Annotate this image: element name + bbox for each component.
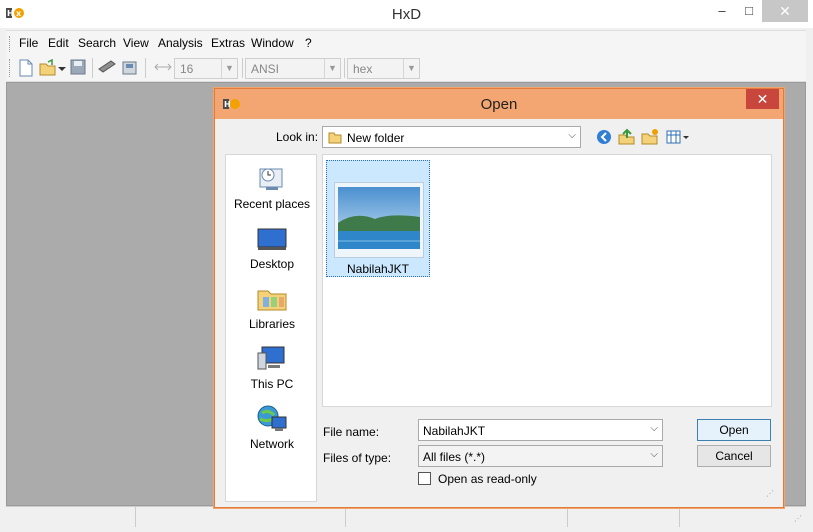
places-bar: Recent places Desktop Libraries This PC … bbox=[225, 154, 317, 502]
back-arrow-icon[interactable] bbox=[595, 128, 613, 146]
read-only-label: Open as read-only bbox=[438, 472, 537, 486]
file-type-value: All files (*.*) bbox=[423, 450, 486, 464]
place-label: Network bbox=[249, 437, 294, 451]
dialog-body: Look in: New folder ⌵ Recent places Desk… bbox=[222, 119, 778, 502]
look-in-combo[interactable]: New folder ⌵ bbox=[322, 126, 581, 148]
place-desktop[interactable]: Desktop bbox=[226, 219, 318, 277]
libraries-icon bbox=[257, 290, 287, 311]
place-recent-places[interactable]: Recent places bbox=[226, 159, 318, 217]
recent-places-icon bbox=[259, 168, 283, 190]
new-folder-icon[interactable] bbox=[641, 128, 659, 146]
place-libraries[interactable]: Libraries bbox=[226, 279, 318, 337]
menu-view[interactable]: View bbox=[123, 36, 149, 50]
open-dropdown-arrow-icon[interactable] bbox=[57, 59, 67, 77]
open-button[interactable]: Open bbox=[697, 419, 771, 441]
file-item[interactable]: NabilahJKT bbox=[326, 160, 430, 277]
dialog-titlebar[interactable]: H Open ✕ bbox=[215, 89, 783, 119]
chevron-down-icon[interactable]: ▼ bbox=[221, 59, 237, 78]
dialog-close-button[interactable]: ✕ bbox=[746, 89, 779, 109]
folder-icon bbox=[328, 130, 342, 144]
bytes-per-row-value: 16 bbox=[180, 62, 194, 76]
view-menu-icon[interactable] bbox=[666, 128, 692, 146]
chevron-down-icon[interactable]: ⌵ bbox=[650, 423, 658, 434]
place-label: This PC bbox=[250, 377, 294, 391]
save-icon[interactable] bbox=[70, 59, 88, 77]
menubar: File Edit Search View Analysis Extras Wi… bbox=[6, 30, 806, 55]
up-folder-icon[interactable] bbox=[618, 128, 636, 146]
menu-extras[interactable]: Extras bbox=[211, 36, 245, 50]
place-this-pc[interactable]: This PC bbox=[226, 339, 318, 397]
menu-analysis[interactable]: Analysis bbox=[158, 36, 203, 50]
menu-search[interactable]: Search bbox=[78, 36, 116, 50]
ram-icon[interactable] bbox=[98, 59, 116, 77]
charset-combo[interactable]: ANSI ▼ bbox=[245, 58, 341, 79]
window-titlebar[interactable]: H x HxD – □ ✕ bbox=[0, 0, 813, 28]
menu-help[interactable]: ? bbox=[305, 36, 312, 50]
chevron-down-icon[interactable]: ⌵ bbox=[650, 449, 658, 460]
place-label: Desktop bbox=[249, 257, 295, 271]
resize-grip-icon[interactable]: ⋰ bbox=[794, 514, 804, 524]
minimize-button[interactable]: – bbox=[708, 0, 736, 22]
status-cell bbox=[568, 507, 680, 527]
chevron-down-icon[interactable]: ▼ bbox=[403, 59, 419, 78]
maximize-button[interactable]: □ bbox=[736, 0, 762, 22]
close-button[interactable]: ✕ bbox=[762, 0, 808, 22]
menu-file[interactable]: File bbox=[19, 36, 38, 50]
chevron-down-icon[interactable]: ⌵ bbox=[568, 130, 576, 141]
desktop-icon bbox=[257, 228, 287, 250]
place-label: Recent places bbox=[233, 197, 311, 211]
new-file-icon[interactable] bbox=[18, 59, 36, 77]
file-name-input[interactable]: NabilahJKT ⌵ bbox=[418, 419, 663, 441]
chevron-down-icon[interactable]: ▼ bbox=[324, 59, 340, 78]
file-name-field-label: File name: bbox=[323, 425, 380, 439]
look-in-value: New folder bbox=[347, 131, 405, 145]
toolbar-separator bbox=[242, 58, 243, 78]
cancel-button[interactable]: Cancel bbox=[697, 445, 771, 467]
toolbar-grip[interactable] bbox=[9, 59, 11, 77]
offset-base-combo[interactable]: hex ▼ bbox=[347, 58, 420, 79]
bytes-per-row-combo[interactable]: 16 ▼ bbox=[174, 58, 238, 79]
disk-icon[interactable] bbox=[121, 59, 139, 77]
place-label: Libraries bbox=[248, 317, 296, 331]
offset-base-value: hex bbox=[353, 62, 373, 76]
file-list[interactable]: NabilahJKT bbox=[322, 154, 772, 407]
place-network[interactable]: Network bbox=[226, 399, 318, 457]
toolbar-separator bbox=[92, 58, 93, 78]
bytes-per-row-icon bbox=[154, 59, 172, 77]
toolbar: 16 ▼ ANSI ▼ hex ▼ bbox=[6, 55, 806, 82]
menu-edit[interactable]: Edit bbox=[48, 36, 69, 50]
open-folder-icon[interactable] bbox=[39, 58, 57, 77]
file-type-label: Files of type: bbox=[323, 451, 392, 465]
file-name-label: NabilahJKT bbox=[346, 262, 410, 276]
status-cell bbox=[346, 507, 568, 527]
charset-value: ANSI bbox=[251, 62, 280, 76]
this-pc-icon bbox=[257, 346, 285, 370]
status-cell bbox=[6, 507, 136, 527]
file-name-value: NabilahJKT bbox=[423, 424, 486, 438]
read-only-checkbox[interactable] bbox=[418, 472, 431, 485]
image-thumbnail-icon bbox=[334, 182, 424, 258]
menu-window[interactable]: Window bbox=[251, 36, 294, 50]
dialog-title: Open bbox=[480, 96, 518, 113]
toolbar-separator bbox=[145, 58, 146, 78]
look-in-label: Look in: bbox=[276, 130, 319, 144]
network-icon bbox=[257, 405, 287, 431]
toolbar-separator bbox=[344, 58, 345, 78]
status-cell bbox=[136, 507, 346, 527]
open-dialog: H Open ✕ Look in: New folder ⌵ Recent pl… bbox=[214, 88, 784, 508]
menubar-grip[interactable] bbox=[9, 36, 11, 52]
file-type-combo[interactable]: All files (*.*) ⌵ bbox=[418, 445, 663, 467]
statusbar: ⋰ bbox=[6, 506, 806, 527]
resize-grip-icon[interactable]: ⋰ bbox=[766, 489, 774, 498]
window-title: HxD bbox=[391, 6, 422, 23]
